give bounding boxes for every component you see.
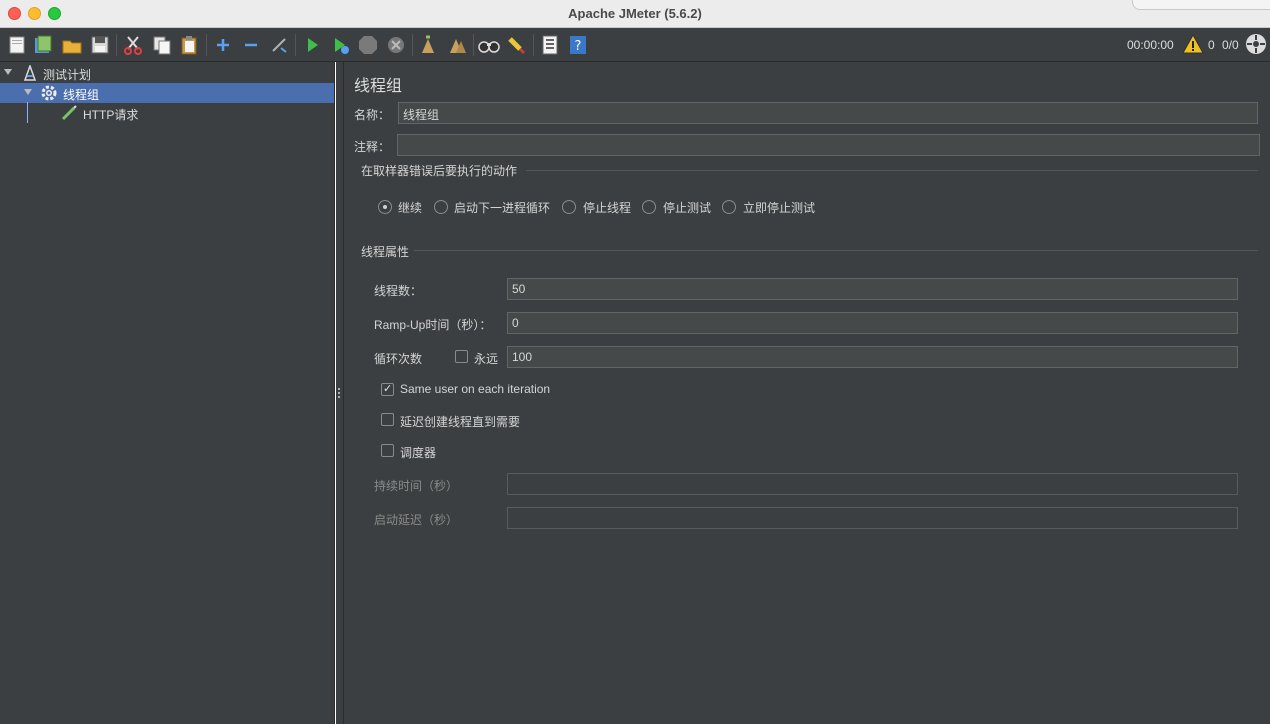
toolbar-separator (116, 34, 117, 56)
same-user-checkbox[interactable] (381, 382, 394, 396)
rampup-label: Ramp-Up时间（秒）： (374, 318, 492, 332)
tree-item-label: 线程组 (63, 88, 100, 102)
clear-icon[interactable] (417, 34, 439, 56)
split-pane-divider[interactable] (336, 62, 344, 724)
divider-grip (338, 392, 340, 394)
svg-text:?: ? (575, 39, 582, 54)
comment-field[interactable] (397, 134, 1260, 156)
thread-group-panel: 线程组 名称： 线程组 注释： 在取样器错误后要执行的动作 继续 启动下一进程循… (344, 62, 1270, 724)
warning-icon[interactable] (1182, 33, 1204, 55)
toolbar: ? 00:00:00 0 0/0 (0, 28, 1270, 62)
function-helper-icon[interactable] (539, 34, 561, 56)
elapsed-timer: 00:00:00 (1127, 38, 1174, 52)
tree-item-label: HTTP请求 (83, 108, 139, 122)
reset-search-icon[interactable] (506, 34, 528, 56)
expand-arrow-icon[interactable] (24, 89, 32, 95)
delay-thread-creation-label: 延迟创建线程直到需要 (400, 415, 521, 429)
toolbar-separator (295, 34, 296, 56)
radio-stop-test-label: 停止测试 (663, 201, 712, 215)
thread-group-gear-icon (40, 84, 58, 105)
window-titlebar: Apache JMeter (5.6.2) (0, 0, 1270, 28)
search-icon[interactable] (478, 34, 500, 56)
scheduler-checkbox[interactable] (381, 444, 394, 457)
new-icon[interactable] (6, 34, 28, 56)
delay-thread-creation-checkbox[interactable] (381, 413, 394, 426)
expand-arrow-icon[interactable] (4, 69, 12, 75)
expand-icon[interactable] (212, 34, 234, 56)
radio-stop-test[interactable] (642, 200, 656, 214)
radio-stop-thread-label: 停止线程 (583, 201, 632, 215)
toolbar-separator (533, 34, 534, 56)
name-label: 名称： (354, 108, 391, 122)
tree-item-thread-group[interactable]: 线程组 (0, 83, 334, 103)
divider-grip (338, 388, 340, 390)
divider-grip (338, 396, 340, 398)
window-title: Apache JMeter (5.6.2) (568, 6, 702, 21)
toolbar-separator (412, 34, 413, 56)
active-thread-count: 0/0 (1222, 38, 1239, 52)
sampler-pen-icon (61, 105, 77, 124)
forever-checkbox[interactable] (455, 350, 468, 363)
save-icon[interactable] (89, 34, 111, 56)
tree-item-label: 测试计划 (43, 68, 92, 82)
collapse-icon[interactable] (240, 34, 262, 56)
radio-start-next-loop[interactable] (434, 200, 448, 214)
tree-item-test-plan[interactable]: 测试计划 (0, 63, 334, 83)
duration-label: 持续时间（秒） (374, 479, 459, 493)
start-icon[interactable] (301, 34, 323, 56)
start-no-pause-icon[interactable] (329, 34, 351, 56)
clear-all-icon[interactable] (446, 34, 468, 56)
radio-start-next-loop-label: 启动下一进程循环 (454, 201, 551, 215)
loop-count-label: 循环次数 (374, 352, 423, 366)
startup-delay-label: 启动延迟（秒） (374, 513, 459, 527)
toolbar-separator (473, 34, 474, 56)
cut-icon[interactable] (122, 34, 144, 56)
stop-icon[interactable] (357, 34, 379, 56)
scheduler-label: 调度器 (400, 446, 437, 460)
loop-count-field[interactable]: 100 (507, 346, 1238, 368)
duration-field[interactable] (507, 473, 1238, 495)
toggle-icon[interactable] (268, 34, 290, 56)
shutdown-icon[interactable] (385, 34, 407, 56)
help-icon[interactable]: ? (567, 34, 589, 56)
threads-field[interactable]: 50 (507, 278, 1238, 300)
remote-icon[interactable] (1245, 33, 1267, 55)
test-plan-tree[interactable]: 测试计划 线程组 HTTP请求 (0, 62, 335, 724)
warning-count: 0 (1208, 38, 1215, 52)
radio-stop-test-now[interactable] (722, 200, 736, 214)
tree-item-http-request[interactable]: HTTP请求 (0, 103, 334, 123)
templates-icon[interactable] (32, 34, 54, 56)
radio-continue[interactable] (378, 200, 392, 214)
thread-props-section-title: 线程属性 (361, 245, 410, 259)
test-plan-icon (22, 63, 38, 84)
panel-title: 线程组 (354, 78, 403, 95)
copy-icon[interactable] (151, 34, 173, 56)
toolbar-separator (206, 34, 207, 56)
section-divider (526, 170, 1258, 171)
paste-icon[interactable] (178, 34, 200, 56)
radio-stop-thread[interactable] (562, 200, 576, 214)
error-action-section-title: 在取样器错误后要执行的动作 (361, 164, 518, 178)
rampup-field[interactable]: 0 (507, 312, 1238, 334)
comment-label: 注释： (354, 140, 391, 154)
name-field[interactable]: 线程组 (398, 102, 1258, 124)
same-user-label: Same user on each iteration (400, 382, 551, 396)
background-window-edge (1132, 0, 1270, 10)
startup-delay-field[interactable] (507, 507, 1238, 529)
tree-guide-line (27, 102, 28, 123)
radio-continue-label: 继续 (398, 201, 423, 215)
radio-stop-test-now-label: 立即停止测试 (743, 201, 816, 215)
threads-label: 线程数： (374, 284, 423, 298)
forever-label: 永远 (474, 352, 499, 366)
section-divider (414, 250, 1258, 251)
open-icon[interactable] (61, 34, 83, 56)
